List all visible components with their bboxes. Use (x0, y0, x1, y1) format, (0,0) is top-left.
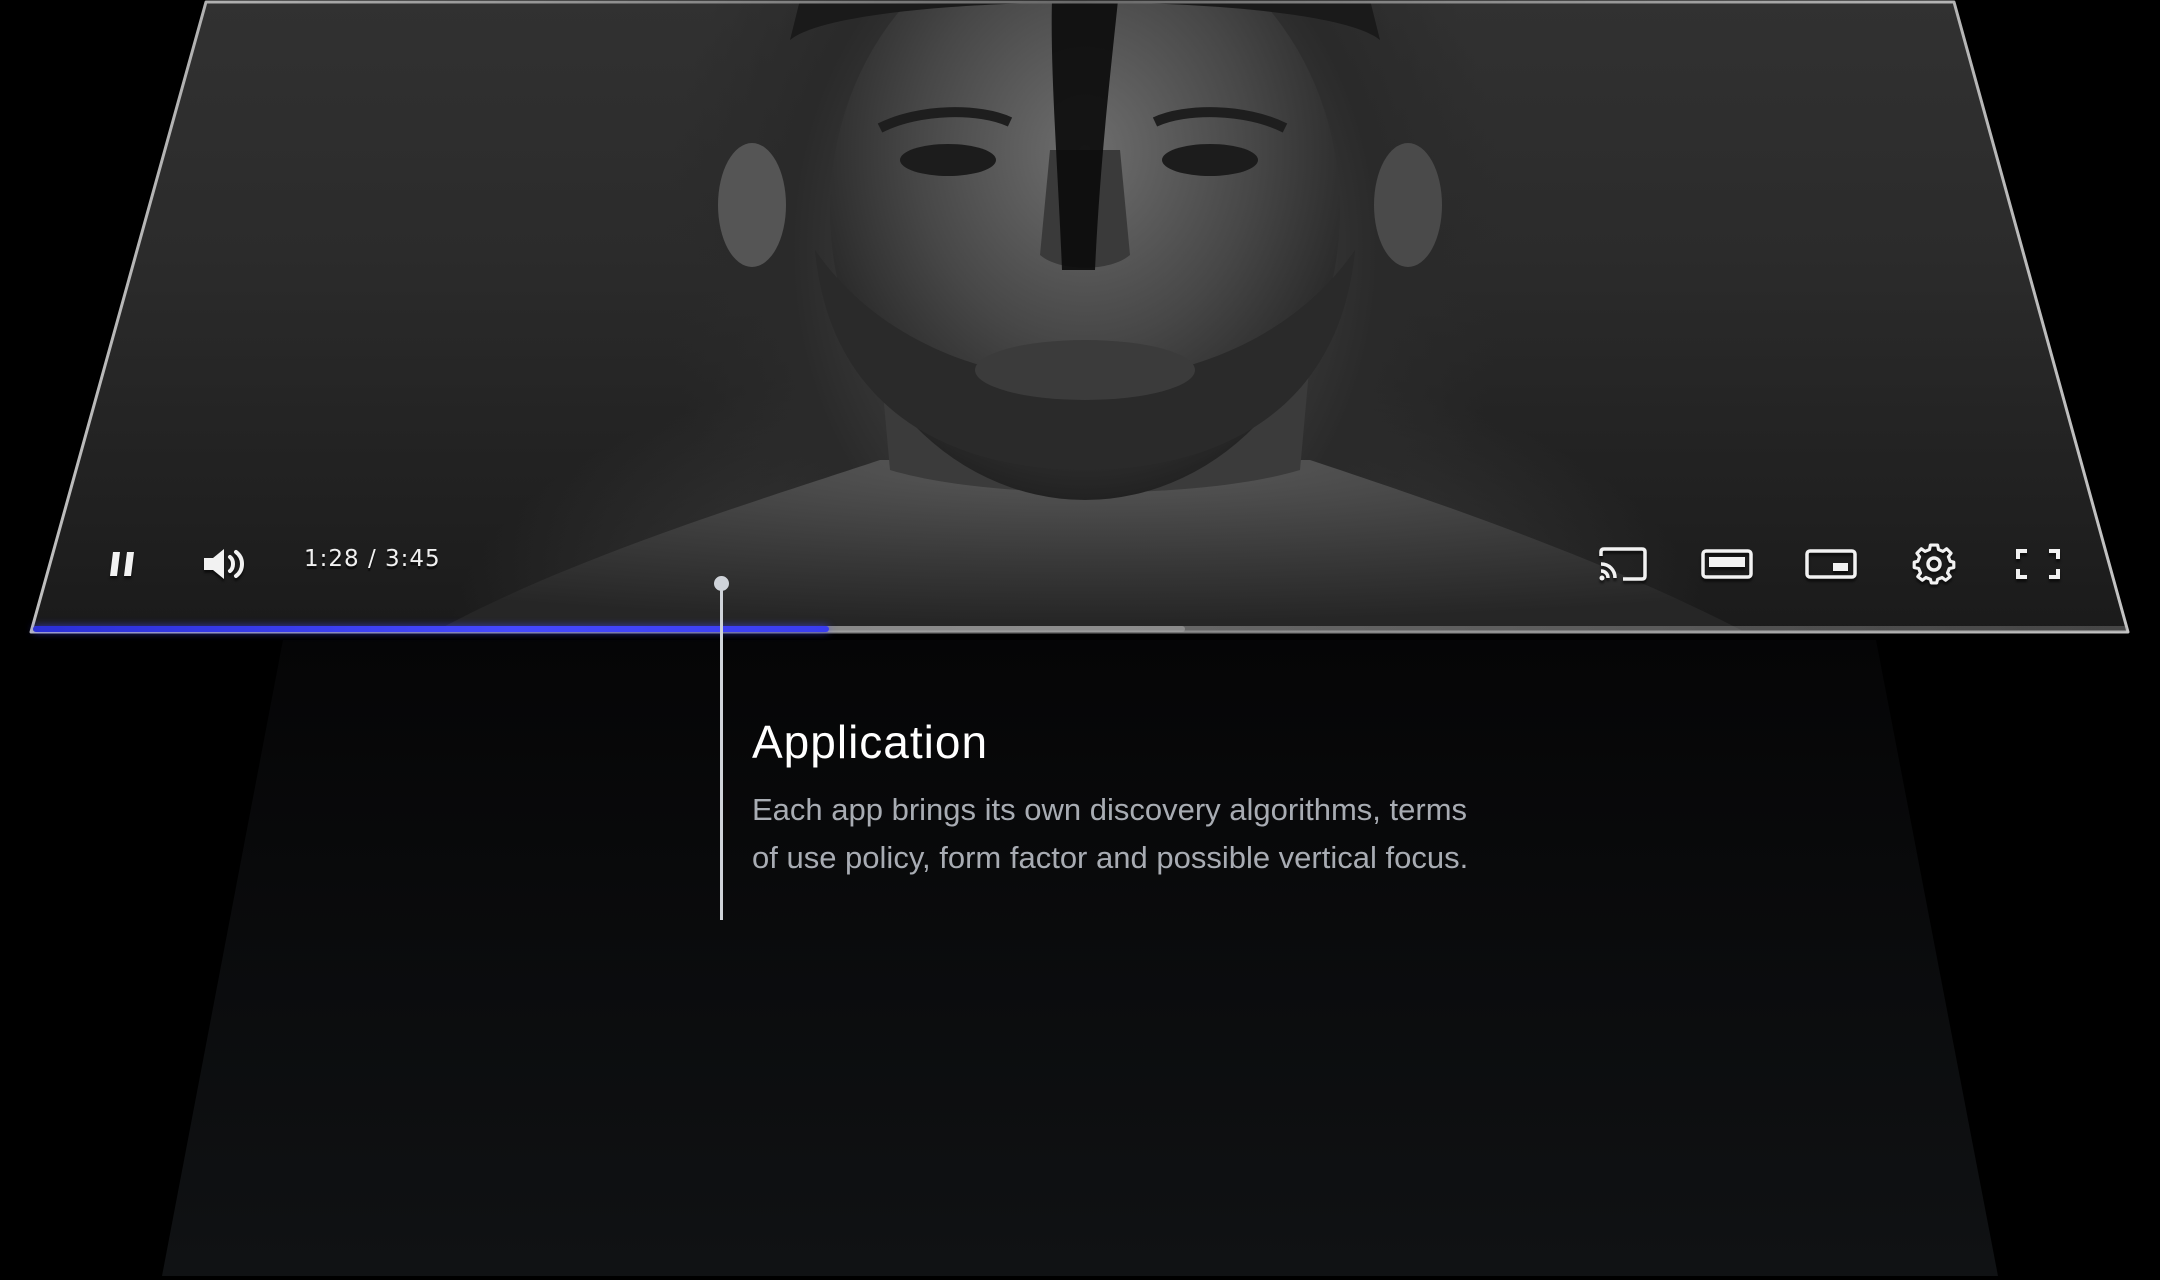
fullscreen-icon (2016, 549, 2060, 579)
settings-gear-icon (1912, 543, 1956, 585)
pause-button[interactable] (100, 542, 144, 586)
time-display: 1:28 / 3:45 (304, 546, 441, 572)
video-player[interactable]: 1:28 / 3:45 (0, 0, 2160, 640)
annotation-body: Each app brings its own discovery algori… (752, 792, 1469, 875)
progress-bar[interactable] (33, 626, 2127, 632)
cast-button[interactable] (1595, 540, 1651, 588)
annotation-pointer-dot (714, 576, 729, 591)
pause-icon (110, 552, 134, 576)
miniplayer-button[interactable] (1802, 540, 1860, 588)
theater-mode-button[interactable] (1698, 540, 1756, 588)
volume-button[interactable] (198, 540, 252, 588)
annotation-title: Application (752, 716, 989, 768)
settings-button[interactable] (1906, 538, 1962, 590)
player-controls: 1:28 / 3:45 (0, 530, 2160, 600)
annotation-pointer-line (720, 584, 723, 920)
theater-mode-icon (1701, 549, 1753, 579)
miniplayer-icon (1805, 549, 1857, 579)
volume-icon (204, 549, 244, 579)
annotation-callout: Application Each app brings its own disc… (752, 712, 1472, 882)
progress-played (33, 626, 829, 632)
cast-icon (1599, 547, 1647, 581)
fullscreen-button[interactable] (2010, 540, 2066, 588)
